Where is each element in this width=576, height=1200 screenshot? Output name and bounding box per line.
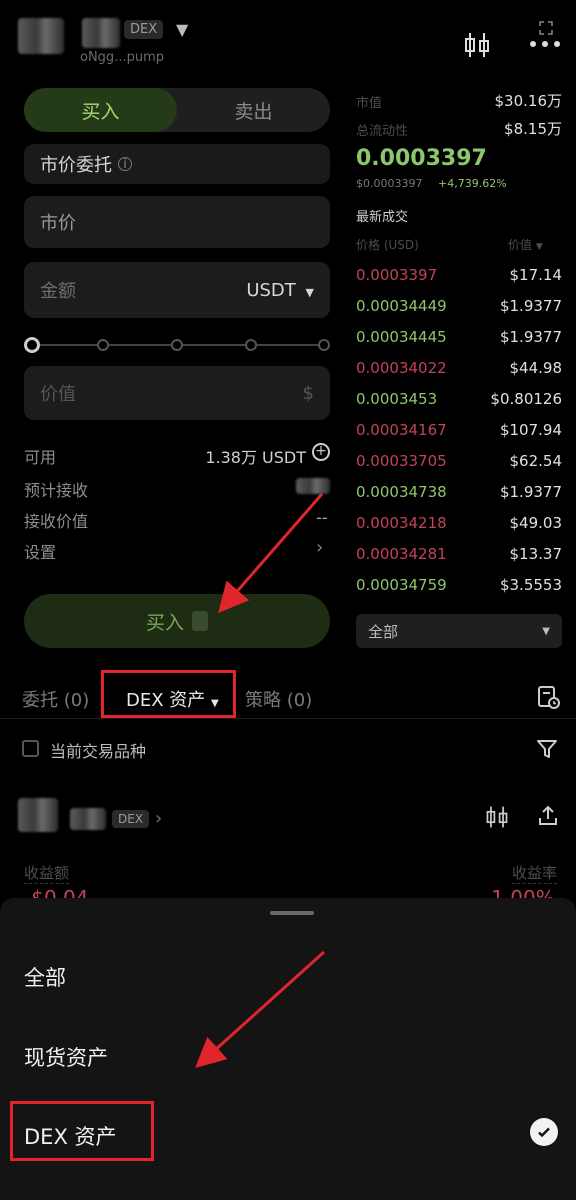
- arrow-to-dex-option: [195, 950, 326, 1069]
- annotation-arrows: [195, 493, 326, 1069]
- arrow-to-buy-button: [218, 493, 324, 614]
